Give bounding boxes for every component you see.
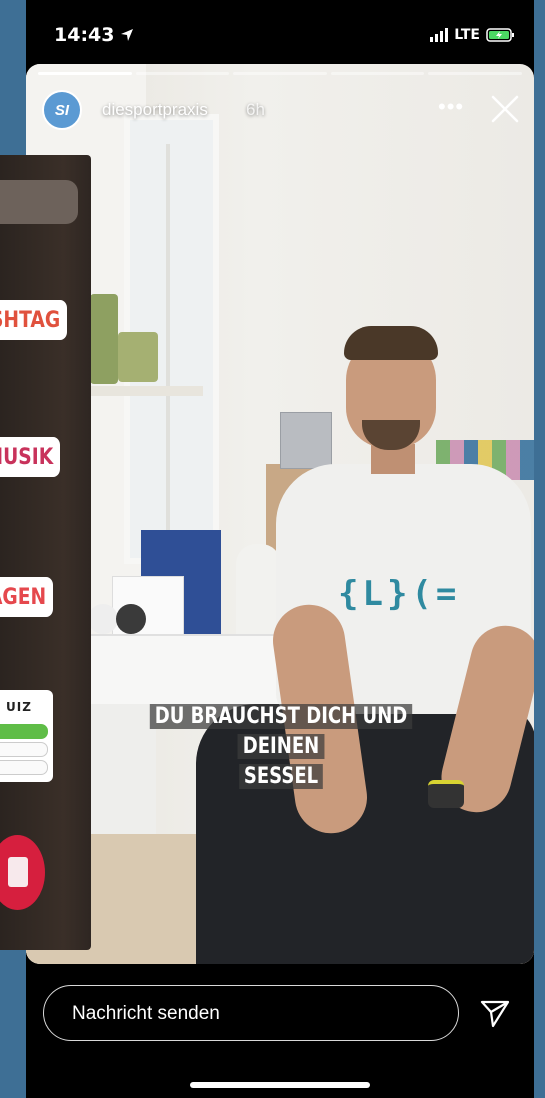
scene-window-frame <box>166 144 170 544</box>
scene-hifi <box>280 412 332 469</box>
more-options-icon[interactable]: ••• <box>438 94 464 120</box>
quiz-sticker[interactable]: UIZ <box>0 690 53 782</box>
home-indicator[interactable] <box>190 1082 370 1088</box>
message-input[interactable]: Nachricht senden <box>43 985 459 1041</box>
music-sticker[interactable]: MUSIK <box>0 437 60 477</box>
hashtag-sticker[interactable]: SHTAG <box>0 300 67 340</box>
story-time-ago: 6h <box>246 100 265 119</box>
caption-line-2: SESSEL <box>238 764 324 789</box>
network-label: LTE <box>454 27 480 43</box>
signal-icon <box>430 28 449 42</box>
quiz-option <box>0 760 48 775</box>
battery-icon <box>486 28 514 42</box>
scene-plant <box>90 294 118 384</box>
progress-segment <box>135 72 230 75</box>
badge-sticker[interactable] <box>0 835 45 910</box>
quiz-option <box>0 742 48 757</box>
send-icon[interactable] <box>478 996 512 1030</box>
caption-line-1: DU BRAUCHST DICH UND DEINEN <box>149 704 413 759</box>
questions-sticker[interactable]: AGEN <box>0 577 53 617</box>
person-hair <box>344 326 438 360</box>
badge-phone-icon <box>8 857 28 887</box>
close-icon[interactable] <box>490 94 520 124</box>
shirt-logo: {L}(= <box>338 574 461 614</box>
scene-ball <box>88 604 118 634</box>
progress-segment <box>330 72 425 75</box>
location-arrow-icon <box>121 29 134 41</box>
sticker-tray: SHTAG MUSIK AGEN UIZ <box>0 155 91 950</box>
story-viewer[interactable]: {L}(= DU BRAUCHST DICH UND DEINEN SESSEL… <box>26 64 534 964</box>
message-placeholder: Nachricht senden <box>72 1003 220 1024</box>
scene-ball <box>116 604 146 634</box>
sticker-search-field[interactable] <box>0 180 78 224</box>
quiz-option <box>0 724 48 739</box>
scene-plant <box>118 332 158 382</box>
avatar-logo: SI <box>54 101 70 119</box>
phone-screen: 14:43 LTE {L}(= DU BRAUCHST DICH UND DEI… <box>26 0 534 1098</box>
progress-segment <box>38 72 132 75</box>
smartwatch <box>428 780 464 808</box>
quiz-label: UIZ <box>6 700 32 714</box>
scene-shelf <box>88 386 203 396</box>
time-label: 14:43 <box>54 24 115 46</box>
story-caption: DU BRAUCHST DICH UND DEINEN SESSEL <box>129 702 432 792</box>
progress-segment <box>233 72 327 75</box>
status-indicators: LTE <box>430 27 516 43</box>
progress-segment <box>428 72 522 75</box>
story-username[interactable]: diesportpraxis <box>102 100 208 120</box>
status-time: 14:43 <box>54 24 134 46</box>
story-progress <box>38 72 522 75</box>
profile-avatar[interactable]: SI <box>42 90 82 130</box>
